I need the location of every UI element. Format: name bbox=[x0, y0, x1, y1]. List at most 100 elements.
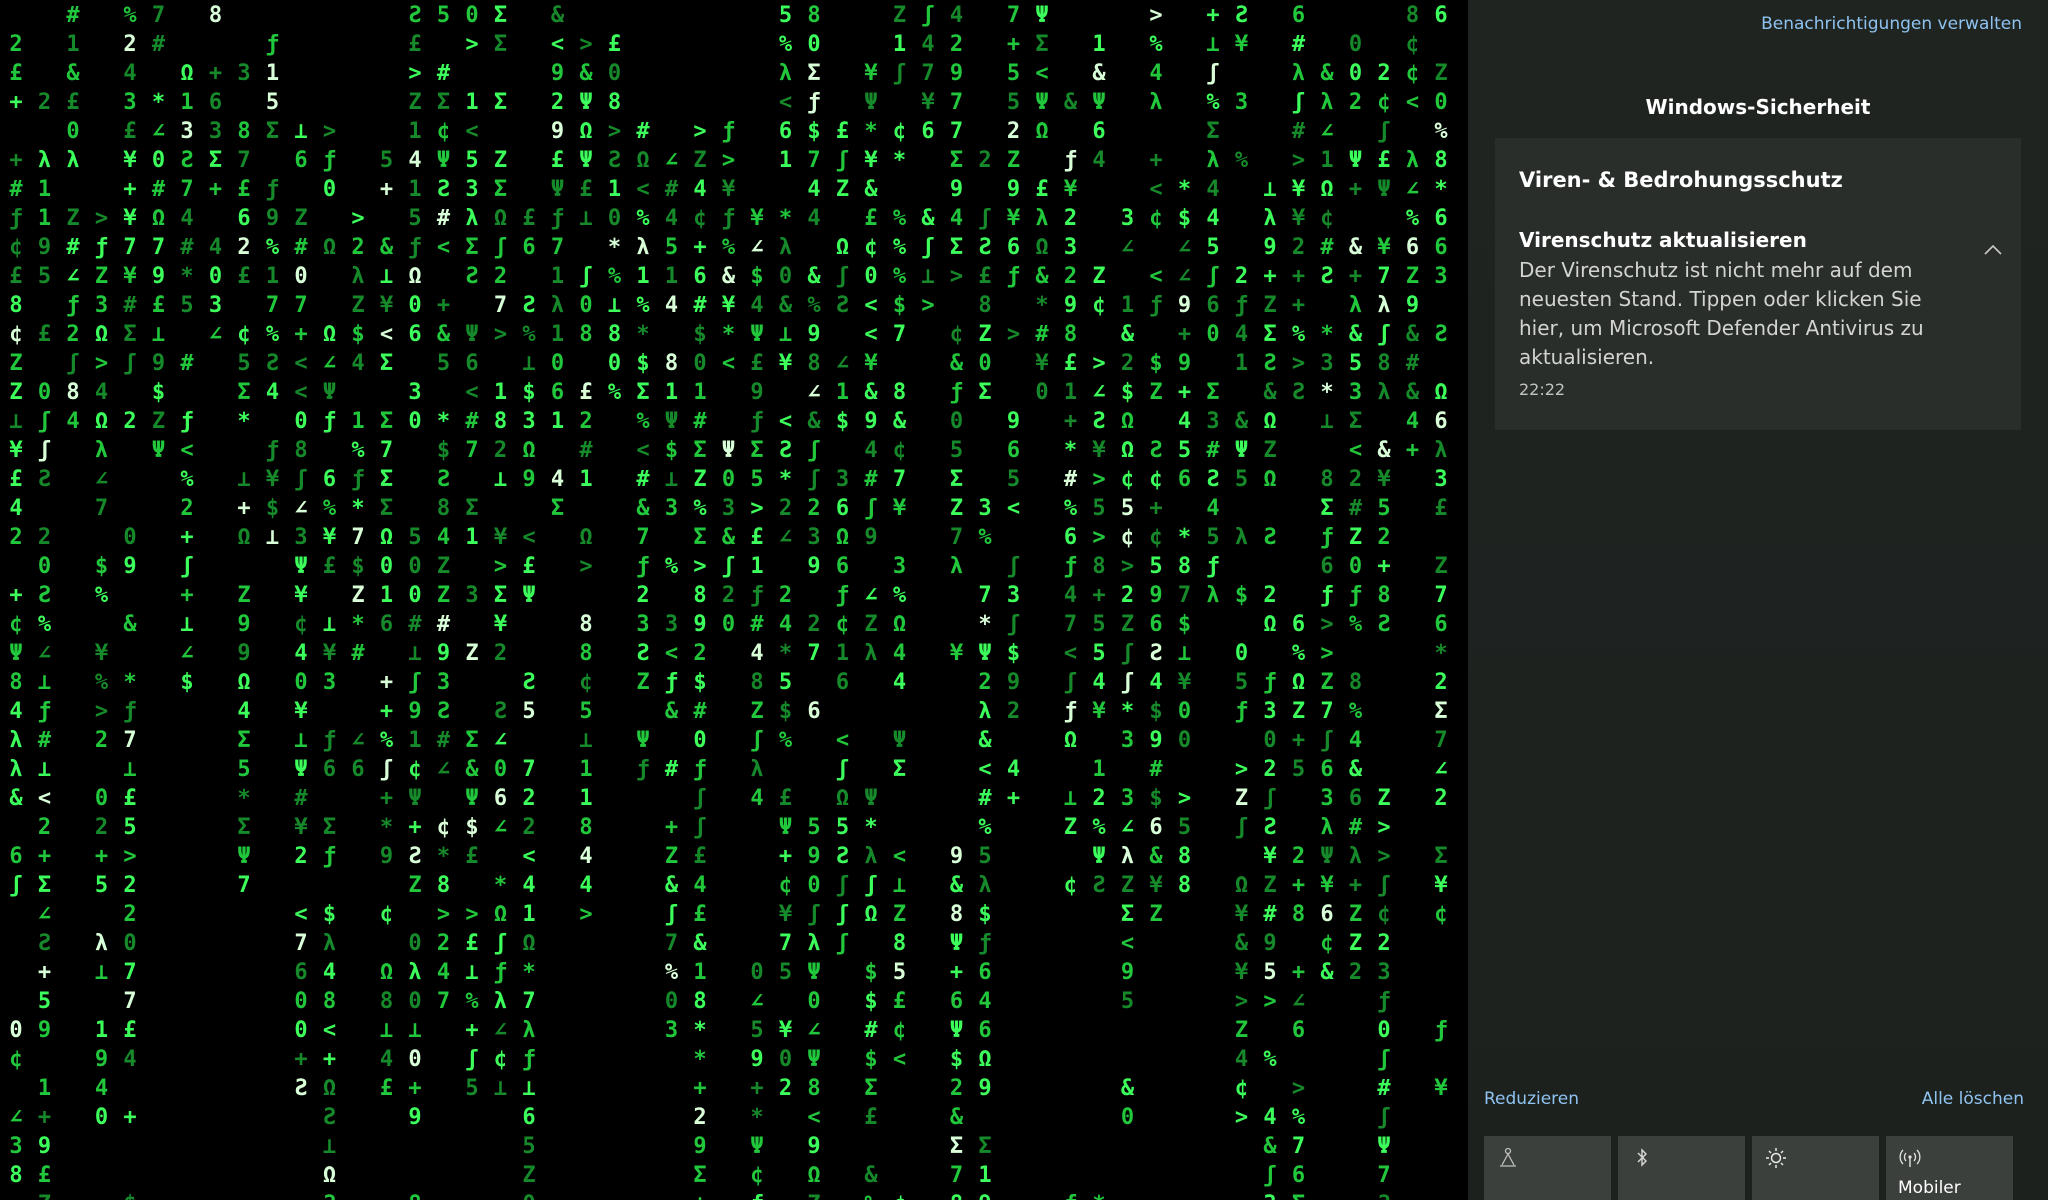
matrix-glyph: 0 bbox=[408, 931, 421, 956]
matrix-glyph: & bbox=[1320, 960, 1334, 985]
matrix-glyph: 1 bbox=[636, 264, 649, 289]
matrix-glyph: 0 bbox=[551, 351, 564, 376]
matrix-glyph: Ω bbox=[1263, 409, 1276, 434]
matrix-glyph: 6 bbox=[465, 351, 478, 376]
matrix-glyph: ʃ bbox=[1235, 815, 1248, 840]
matrix-glyph: ∠ bbox=[294, 496, 307, 521]
matrix-glyph: * bbox=[722, 322, 735, 347]
matrix-glyph: % bbox=[1406, 206, 1420, 231]
matrix-glyph: Ω bbox=[1121, 409, 1134, 434]
matrix-glyph: ⊥ bbox=[893, 873, 906, 898]
matrix-glyph: 7 bbox=[351, 525, 364, 550]
matrix-glyph: ⊥ bbox=[1064, 786, 1077, 811]
matrix-glyph: 5 bbox=[1007, 61, 1020, 86]
matrix-glyph: 6 bbox=[978, 1018, 991, 1043]
matrix-glyph: 1 bbox=[608, 177, 621, 202]
matrix-glyph: ʃ bbox=[465, 1047, 478, 1072]
matrix-glyph: ¥ bbox=[722, 293, 736, 318]
matrix-glyph: + bbox=[1149, 496, 1162, 521]
matrix-glyph: 0 bbox=[294, 1018, 307, 1043]
matrix-glyph: % bbox=[1064, 496, 1078, 521]
matrix-glyph: * bbox=[864, 815, 877, 840]
matrix-glyph: 8 bbox=[9, 293, 22, 318]
matrix-glyph: 0 bbox=[579, 293, 592, 318]
matrix-glyph: 7 bbox=[950, 90, 963, 115]
matrix-glyph: 6 bbox=[1434, 409, 1447, 434]
matrix-glyph: # bbox=[1406, 351, 1420, 376]
matrix-glyph: & bbox=[1320, 61, 1334, 86]
matrix-glyph: 6 bbox=[836, 554, 849, 579]
matrix-glyph: $ bbox=[693, 670, 706, 695]
matrix-glyph: 0 bbox=[494, 757, 507, 782]
quick-action-brightness[interactable] bbox=[1752, 1136, 1879, 1200]
quick-action-mobile-hotspot[interactable]: Mobiler bbox=[1886, 1136, 2013, 1200]
matrix-glyph: 4 bbox=[437, 960, 450, 985]
matrix-glyph: Ω bbox=[380, 525, 393, 550]
matrix-glyph: 3 bbox=[665, 612, 678, 637]
matrix-glyph: ∠ bbox=[494, 1018, 507, 1043]
matrix-glyph: ¥ bbox=[323, 525, 337, 550]
matrix-glyph: & bbox=[893, 409, 907, 434]
matrix-glyph: Ƨ bbox=[836, 844, 849, 869]
matrix-glyph: ʃ bbox=[1263, 786, 1276, 811]
matrix-glyph: # bbox=[66, 3, 80, 28]
matrix-glyph: ƒ bbox=[323, 409, 336, 434]
matrix-glyph: # bbox=[750, 612, 764, 637]
matrix-glyph: 9 bbox=[807, 1134, 820, 1159]
matrix-glyph: 8 bbox=[1320, 467, 1333, 492]
matrix-glyph: 3 bbox=[1121, 786, 1134, 811]
matrix-glyph: 1 bbox=[380, 583, 393, 608]
matrix-glyph: 9 bbox=[1149, 583, 1162, 608]
matrix-glyph: ⊥ bbox=[408, 641, 421, 666]
matrix-glyph: Ω bbox=[579, 525, 592, 550]
matrix-glyph: λ bbox=[1349, 293, 1362, 318]
matrix-glyph: < bbox=[1121, 931, 1134, 956]
matrix-glyph: 1 bbox=[38, 177, 51, 202]
matrix-glyph: ¢ bbox=[437, 119, 450, 144]
matrix-glyph: < bbox=[722, 351, 735, 376]
reduce-link[interactable]: Reduzieren bbox=[1484, 1089, 1579, 1109]
matrix-glyph: 2 bbox=[1349, 90, 1362, 115]
matrix-glyph: ¢ bbox=[864, 235, 877, 260]
matrix-glyph: < bbox=[465, 119, 478, 144]
matrix-glyph: ¢ bbox=[1406, 61, 1419, 86]
matrix-glyph: ¢ bbox=[294, 612, 307, 637]
matrix-glyph: Σ bbox=[465, 728, 478, 753]
matrix-glyph: ¢ bbox=[579, 670, 592, 695]
matrix-glyph: * bbox=[779, 206, 792, 231]
clear-all-link[interactable]: Alle löschen bbox=[1922, 1089, 2024, 1109]
matrix-glyph: 6 bbox=[779, 119, 792, 144]
matrix-glyph: > bbox=[579, 554, 592, 579]
matrix-glyph: > bbox=[693, 554, 706, 579]
matrix-glyph: + bbox=[38, 960, 51, 985]
matrix-glyph: 7 bbox=[465, 438, 478, 463]
matrix-glyph: Ω bbox=[864, 902, 877, 927]
matrix-glyph: 0 bbox=[1434, 90, 1447, 115]
matrix-glyph: + bbox=[1263, 264, 1276, 289]
matrix-glyph: 2 bbox=[1377, 525, 1390, 550]
matrix-glyph: ¥ bbox=[1292, 177, 1306, 202]
matrix-glyph: & bbox=[950, 873, 964, 898]
matrix-glyph: ʃ bbox=[66, 351, 79, 376]
matrix-glyph: £ bbox=[836, 119, 849, 144]
matrix-glyph: ƒ bbox=[1235, 293, 1248, 318]
quick-action-tablet-mode[interactable] bbox=[1484, 1136, 1611, 1200]
notification-card[interactable]: Viren- & Bedrohungsschutz Virenschutz ak… bbox=[1495, 138, 2021, 430]
matrix-glyph: 2 bbox=[1434, 670, 1447, 695]
matrix-glyph: 9 bbox=[978, 1076, 991, 1101]
matrix-glyph: 9 bbox=[807, 554, 820, 579]
manage-notifications-link[interactable]: Benachrichtigungen verwalten bbox=[1761, 14, 2022, 34]
matrix-glyph: 3 bbox=[1007, 583, 1020, 608]
matrix-glyph: Ψ bbox=[864, 90, 877, 115]
matrix-glyph: 3 bbox=[209, 293, 222, 318]
matrix-glyph: % bbox=[978, 525, 992, 550]
matrix-glyph: > bbox=[579, 902, 592, 927]
matrix-glyph: λ bbox=[1235, 525, 1248, 550]
quick-action-bluetooth[interactable] bbox=[1618, 1136, 1745, 1200]
matrix-glyph: λ bbox=[1349, 844, 1362, 869]
matrix-glyph: 9 bbox=[522, 467, 535, 492]
matrix-glyph: < bbox=[978, 757, 991, 782]
matrix-glyph: Z bbox=[836, 177, 849, 202]
chevron-up-icon[interactable] bbox=[1981, 242, 2005, 258]
matrix-glyph: 0 bbox=[1178, 728, 1191, 753]
